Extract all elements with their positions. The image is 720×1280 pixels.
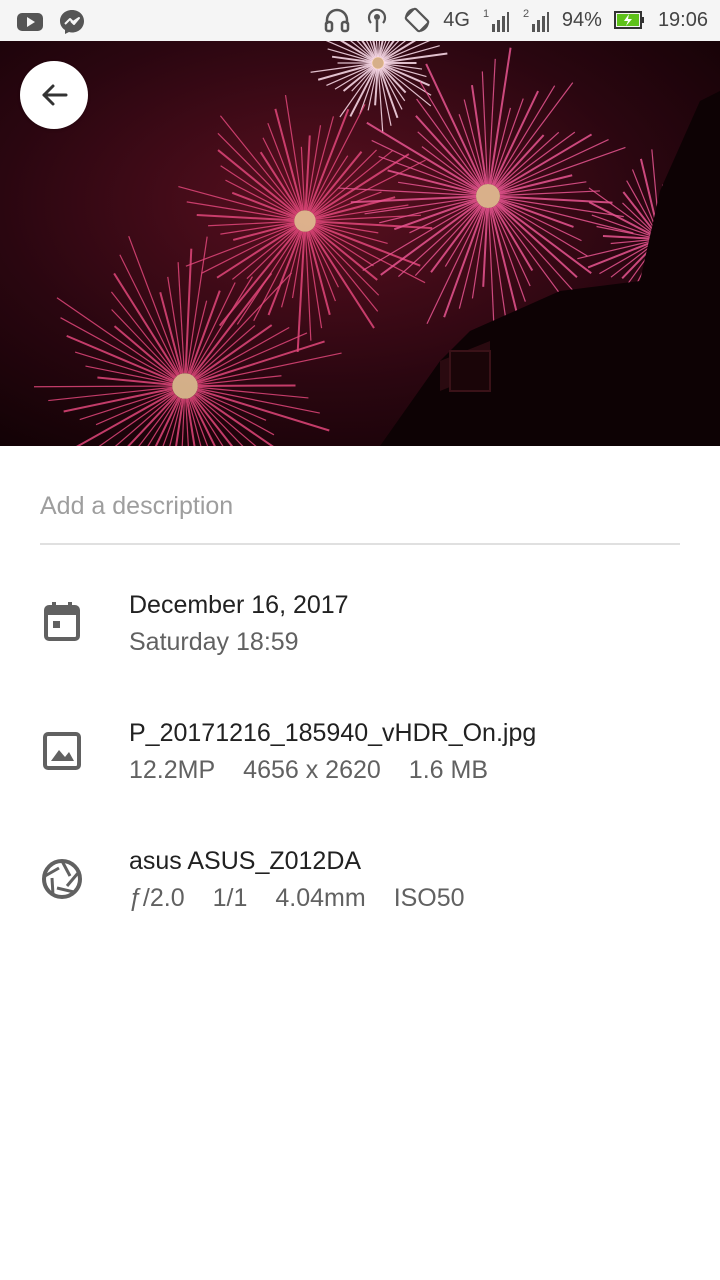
headset-icon <box>324 8 350 33</box>
status-bar: 4G 1 2 94% 19:06 <box>0 0 720 41</box>
camera-details: ƒ/2.0 1/1 4.04mm ISO50 <box>129 880 493 916</box>
camera-info-row: asus ASUS_Z012DA ƒ/2.0 1/1 4.04mm ISO50 <box>0 843 720 923</box>
date-info-text: December 16, 2017 Saturday 18:59 <box>129 587 349 660</box>
photo-preview[interactable] <box>0 41 720 446</box>
network-type-label: 4G <box>443 9 470 31</box>
notification-icons <box>16 8 86 36</box>
date-info-row: December 16, 2017 Saturday 18:59 <box>0 587 720 667</box>
messenger-icon <box>60 10 84 34</box>
hotspot-icon <box>368 8 387 32</box>
date-primary: December 16, 2017 <box>129 591 349 619</box>
fireworks-image <box>0 41 720 446</box>
camera-aperture: ƒ/2.0 <box>129 884 185 912</box>
file-info-row: P_20171216_185940_vHDR_On.jpg 12.2MP 4656… <box>0 715 720 795</box>
file-name: P_20171216_185940_vHDR_On.jpg <box>129 719 537 747</box>
camera-iso: ISO50 <box>393 884 465 912</box>
battery-percent: 94% <box>561 9 602 31</box>
description-field-container <box>40 480 680 545</box>
back-button[interactable] <box>20 61 88 129</box>
sim2-label: 2 <box>523 8 529 20</box>
image-icon <box>43 732 81 770</box>
battery-charging-icon <box>613 11 644 29</box>
rotate-icon <box>404 7 430 33</box>
signal-icon: 1 <box>483 8 509 32</box>
camera-exposure: 1/1 <box>212 884 248 912</box>
file-details: 12.2MP 4656 x 2620 1.6 MB <box>129 752 536 788</box>
signal-icon-sim2: 2 <box>523 8 549 32</box>
calendar-icon <box>44 602 80 641</box>
camera-info-text: asus ASUS_Z012DA ƒ/2.0 1/1 4.04mm ISO50 <box>129 843 493 916</box>
file-size: 1.6 MB <box>408 756 488 784</box>
camera-model: asus ASUS_Z012DA <box>129 847 362 875</box>
sim1-label: 1 <box>483 8 489 20</box>
youtube-icon <box>17 13 43 31</box>
system-icons: 4G 1 2 94% 19:06 <box>323 6 708 34</box>
arrow-back-icon <box>42 84 68 106</box>
camera-focal-length: 4.04mm <box>275 884 366 912</box>
file-megapixels: 12.2MP <box>129 756 216 784</box>
file-info-text: P_20171216_185940_vHDR_On.jpg 12.2MP 4656… <box>129 715 536 788</box>
date-secondary: Saturday 18:59 <box>129 628 299 656</box>
file-resolution: 4656 x 2620 <box>243 756 381 784</box>
description-input[interactable] <box>40 480 680 521</box>
aperture-icon <box>42 859 82 899</box>
clock: 19:06 <box>657 9 708 31</box>
